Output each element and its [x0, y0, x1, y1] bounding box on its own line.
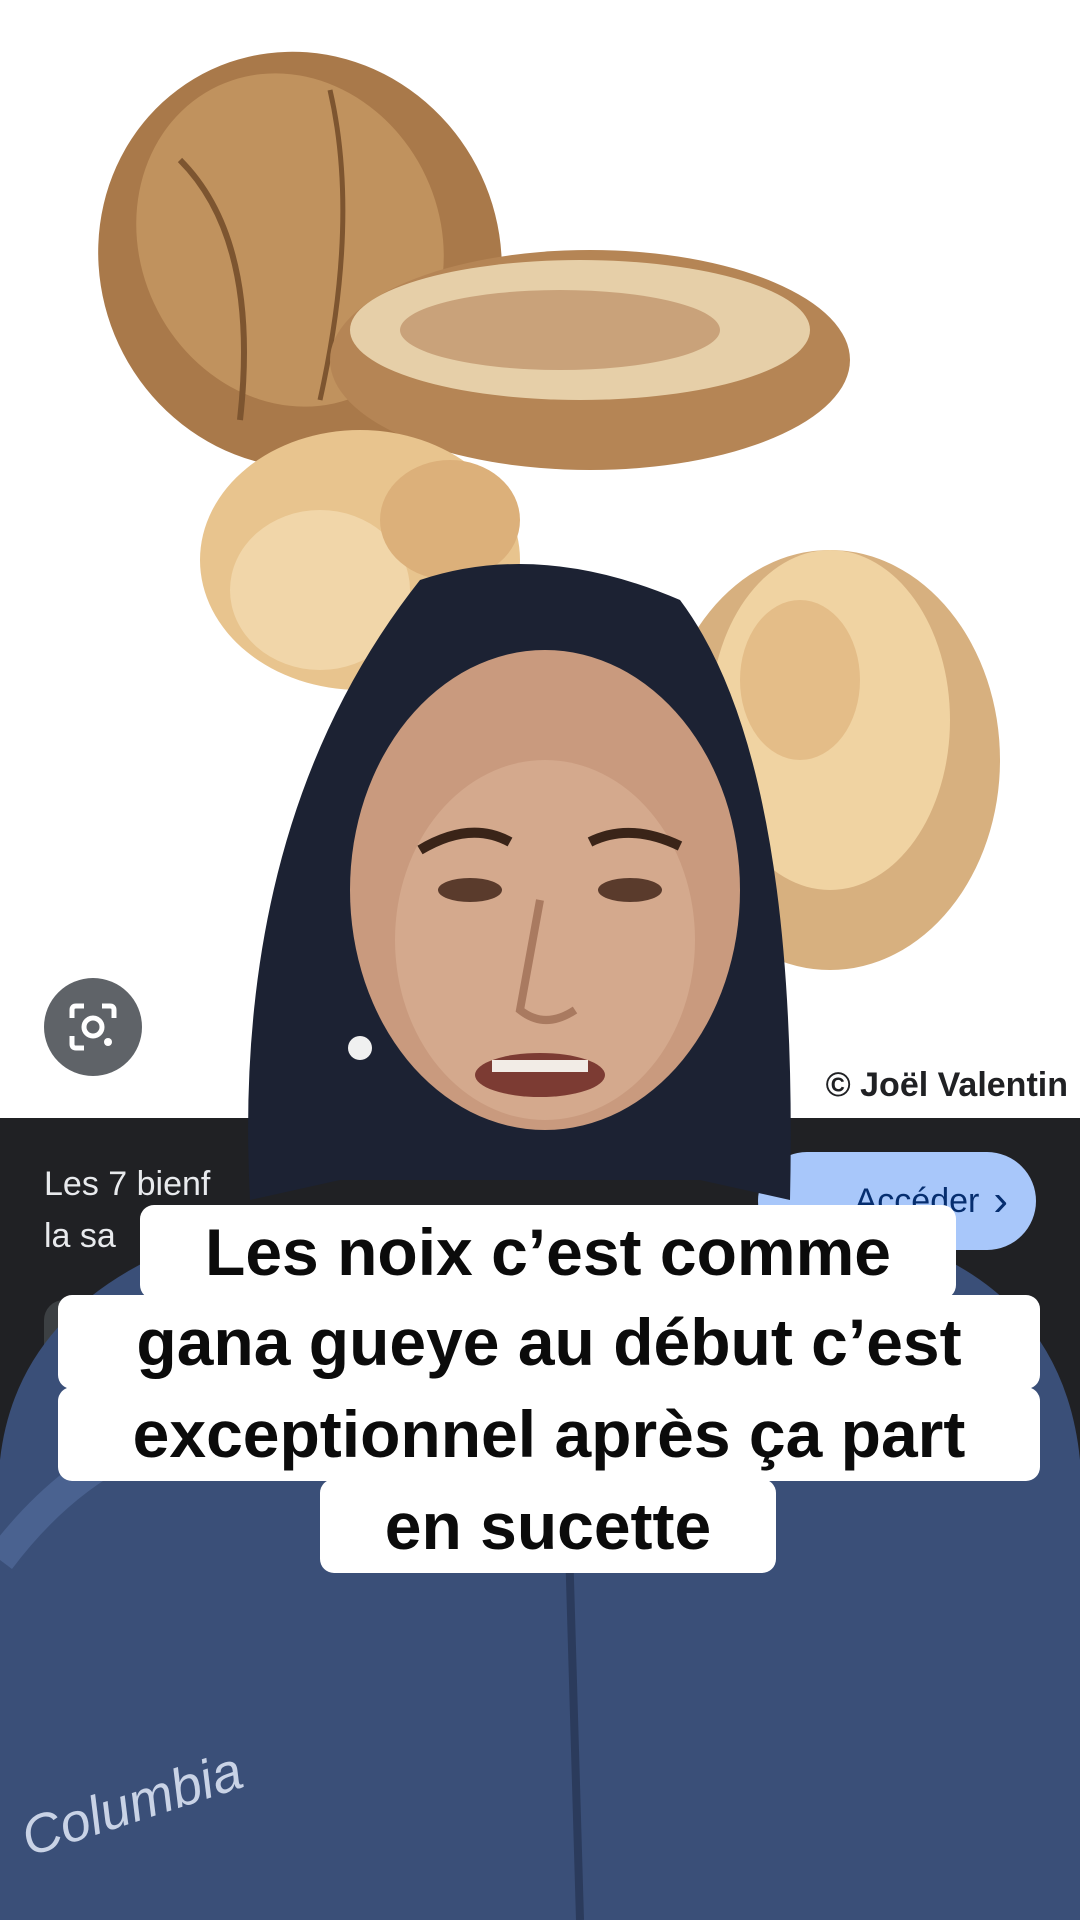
left-eye [438, 878, 502, 902]
caption-line-2: gana gueye au début c’est [58, 1295, 1040, 1389]
right-eye [598, 878, 662, 902]
earbud [348, 1036, 372, 1060]
mouth [475, 1053, 605, 1097]
caption-line-3: exceptionnel après ça part [58, 1387, 1040, 1481]
caption-line-1: Les noix c’est comme [140, 1205, 956, 1299]
caption-line-4: en sucette [320, 1479, 776, 1573]
